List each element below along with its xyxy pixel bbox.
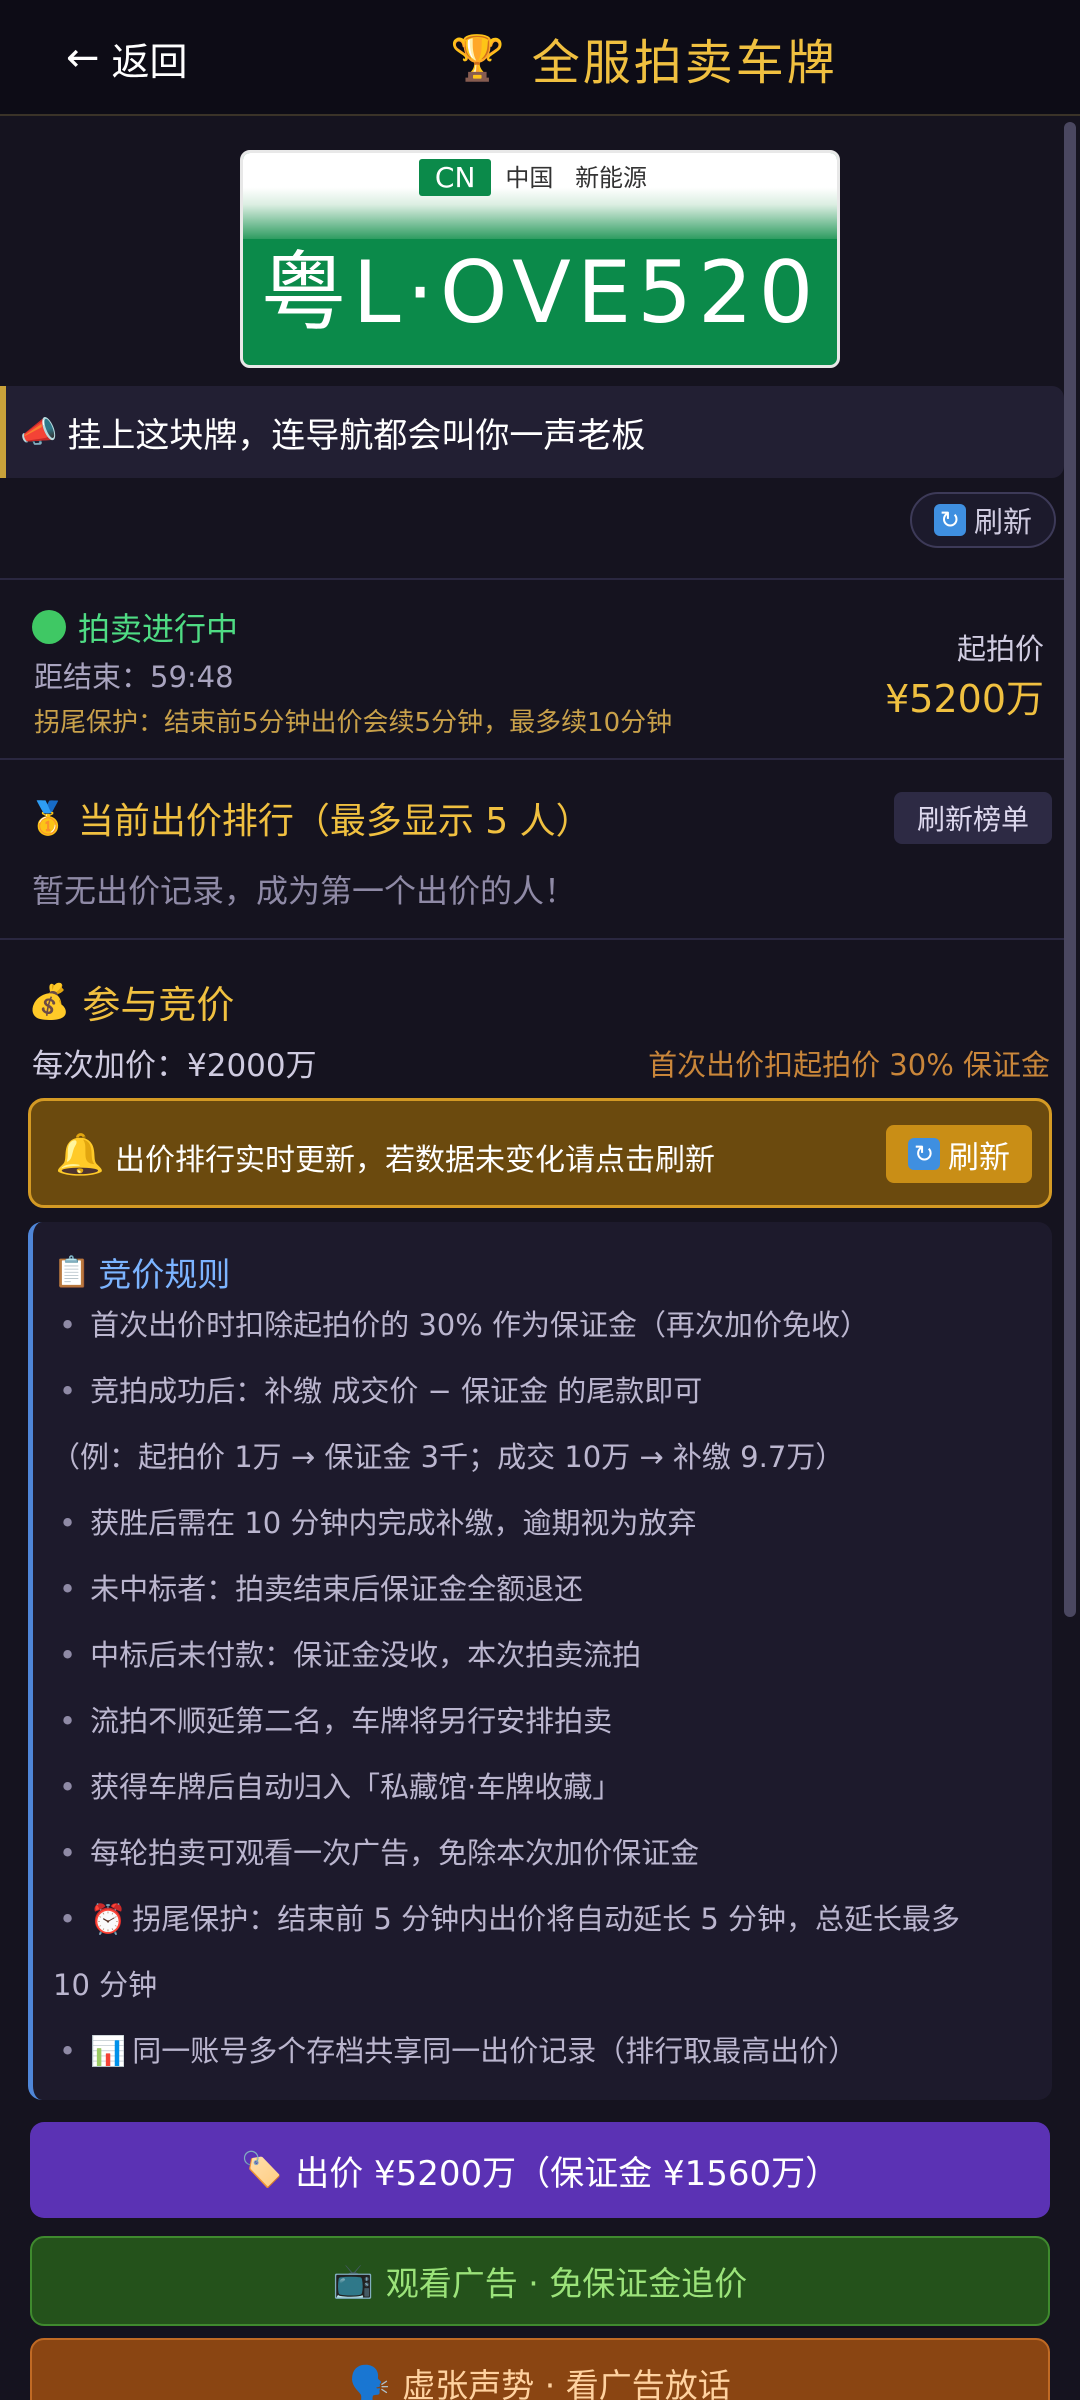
place-bid-label: 出价 ¥5200万（保证金 ¥1560万）: [295, 2153, 840, 2194]
plate-number: 粤L·OVE520: [260, 243, 820, 343]
refresh-button[interactable]: ↻ 刷新: [910, 492, 1056, 548]
rules-title: 📋 竞价规则: [53, 1248, 230, 1296]
refresh-label: 刷新: [973, 505, 1032, 539]
rule-continuation: 10 分钟: [53, 1968, 158, 2002]
plate-type: 新能源: [575, 164, 648, 192]
clipboard-icon: 📋: [53, 1254, 91, 1290]
bluff-button[interactable]: 🗣️ 虚张声势 · 看广告放话: [30, 2338, 1050, 2400]
notice-text: 出价排行实时更新，若数据未变化请点击刷新: [115, 1143, 715, 1178]
rule-item: • ⏰ 拐尾保护：结束前 5 分钟内出价将自动延长 5 分钟，总延长最多: [59, 1902, 960, 1936]
ranking-empty-text: 暂无出价记录，成为第一个出价的人！: [32, 872, 577, 910]
rule-text: 同一账号多个存档共享同一出价记录（排行取最高出价）: [132, 2034, 858, 2068]
back-arrow-icon: ←: [66, 35, 100, 81]
divider: [0, 578, 1064, 580]
notice-banner: 🔔 出价排行实时更新，若数据未变化请点击刷新 ↻ 刷新: [28, 1098, 1052, 1208]
money-bag-icon: 💰: [28, 981, 71, 1022]
place-bid-button[interactable]: 🏷️ 出价 ¥5200万（保证金 ¥1560万）: [30, 2122, 1050, 2218]
plate-country: CN: [418, 159, 492, 196]
plate-region: 中国: [505, 164, 554, 192]
rule-item: • 流拍不顺延第二名，车牌将另行安排拍卖: [59, 1704, 613, 1738]
rule-item: • 📊 同一账号多个存档共享同一出价记录（排行取最高出价）: [59, 2034, 858, 2068]
back-label: 返回: [111, 39, 188, 84]
divider: [0, 758, 1064, 760]
divider: [0, 938, 1064, 940]
rule-example: （例：起拍价 1万 → 保证金 3千；成交 10万 → 补缴 9.7万）: [51, 1440, 845, 1474]
status-dot-icon: [32, 610, 66, 644]
watch-ad-button[interactable]: 📺 观看广告 · 免保证金追价: [30, 2236, 1050, 2326]
rule-text: 获胜后需在 10 分钟内完成补缴，逾期视为放弃: [90, 1506, 697, 1540]
refresh-icon: ↻: [933, 504, 966, 536]
slogan-text: 挂上这块牌，连导航都会叫你一声老板: [67, 415, 646, 456]
page-title: 🏆 全服拍卖车牌: [450, 28, 838, 91]
rule-item: • 未中标者：拍卖结束后保证金全额退还: [59, 1572, 584, 1606]
bidding-title-text: 参与竞价: [82, 983, 235, 1027]
price-tag-icon: 🏷️: [240, 2150, 284, 2190]
medal-icon: 🥇: [28, 799, 68, 837]
ranking-title: 🥇 当前出价排行（最多显示 5 人）: [28, 792, 592, 844]
rule-text: 中标后未付款：保证金没收，本次拍卖流拍: [90, 1638, 642, 1672]
bidding-title: 💰 参与竞价: [28, 974, 234, 1029]
auction-status-text: 拍卖进行中: [78, 610, 239, 648]
rule-item: • 竞拍成功后：补缴 成交价 − 保证金 的尾款即可: [59, 1374, 703, 1408]
tv-icon: 📺: [332, 2261, 374, 2300]
refresh-icon: ↻: [908, 1138, 940, 1170]
rule-text: 竞拍成功后：补缴 成交价 − 保证金 的尾款即可: [90, 1374, 703, 1408]
scrollbar-thumb[interactable]: [1064, 122, 1076, 1617]
countdown: 距结束：59:48: [34, 660, 234, 694]
plate-meta: 中国 新能源: [505, 159, 661, 197]
rules-title-text: 竞价规则: [98, 1255, 231, 1294]
rule-text: 首次出价时扣除起拍价的 30% 作为保证金（再次加价免收）: [90, 1308, 870, 1342]
rules-panel: 📋 竞价规则 • 首次出价时扣除起拍价的 30% 作为保证金（再次加价免收） • 竞…: [28, 1222, 1052, 2100]
trophy-icon: 🏆: [450, 33, 508, 84]
page-title-text: 全服拍卖车牌: [531, 35, 838, 91]
plate-header: CN 中国 新能源: [243, 153, 837, 239]
bell-icon: 🔔: [55, 1132, 105, 1178]
top-bar: ← 返回 🏆 全服拍卖车牌: [0, 0, 1080, 116]
back-button[interactable]: ← 返回: [66, 32, 188, 84]
license-plate: CN 中国 新能源 粤L·OVE520: [240, 150, 840, 368]
bluff-label: 虚张声势 · 看广告放话: [402, 2366, 731, 2400]
bid-increment: 每次加价：¥2000万: [32, 1048, 317, 1084]
bar-chart-icon: 📊: [90, 2034, 127, 2068]
rule-text: 获得车牌后自动归入「私藏馆·车牌收藏」: [90, 1770, 622, 1804]
rule-text: 未中标者：拍卖结束后保证金全额退还: [90, 1572, 584, 1606]
protection-note: 拐尾保护：结束前5分钟出价会续5分钟，最多续10分钟: [34, 708, 673, 738]
rule-item: • 首次出价时扣除起拍价的 30% 作为保证金（再次加价免收）: [59, 1308, 870, 1342]
rule-item: • 获得车牌后自动归入「私藏馆·车牌收藏」: [59, 1770, 622, 1804]
rule-text: 拐尾保护：结束前 5 分钟内出价将自动延长 5 分钟，总延长最多: [132, 1902, 960, 1936]
auction-status: 拍卖进行中: [32, 604, 238, 650]
rule-item: • 每轮拍卖可观看一次广告，免除本次加价保证金: [59, 1836, 700, 1870]
slogan-banner: 📣 挂上这块牌，连导航都会叫你一声老板: [0, 386, 1064, 478]
notice-refresh-label: 刷新: [948, 1139, 1010, 1176]
megaphone-icon: 📣: [20, 414, 58, 450]
speaking-head-icon: 🗣️: [349, 2363, 391, 2400]
rule-item: • 获胜后需在 10 分钟内完成补缴，逾期视为放弃: [59, 1506, 697, 1540]
start-price-label: 起拍价: [956, 632, 1044, 666]
watch-ad-label: 观看广告 · 免保证金追价: [385, 2264, 748, 2303]
ranking-title-text: 当前出价排行（最多显示 5 人）: [77, 801, 592, 842]
notice-refresh-button[interactable]: ↻ 刷新: [886, 1125, 1032, 1183]
rule-text: 每轮拍卖可观看一次广告，免除本次加价保证金: [90, 1836, 700, 1870]
start-price-value: ¥5200万: [885, 677, 1044, 721]
alarm-clock-icon: ⏰: [90, 1902, 127, 1936]
rule-item: • 中标后未付款：保证金没收，本次拍卖流拍: [59, 1638, 642, 1672]
deposit-note: 首次出价扣起拍价 30% 保证金: [648, 1048, 1050, 1082]
rule-text: 流拍不顺延第二名，车牌将另行安排拍卖: [90, 1704, 613, 1738]
refresh-ranking-button[interactable]: 刷新榜单: [894, 792, 1052, 844]
